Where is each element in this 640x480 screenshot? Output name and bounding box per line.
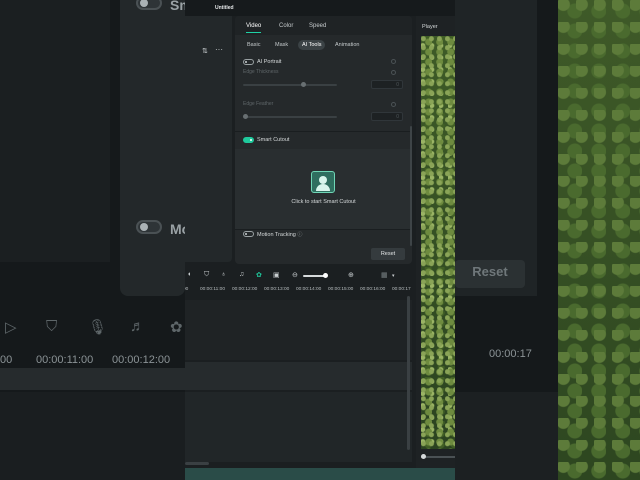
marker-icon[interactable]: ⛉ [204,271,209,279]
zoom-knob[interactable] [323,273,328,278]
ai-icon[interactable]: ✿ [256,271,262,279]
ai-portrait-label: AI Portrait [257,59,282,65]
sub-tabs: Basic Mask AI Tools Animation [235,35,412,53]
main-tabs: Video Color Speed [235,16,412,35]
smart-cutout-toggle[interactable] [243,137,254,143]
property-panel: Video Color Speed Basic Mask AI Tools An… [235,16,412,264]
timeline-ruler[interactable]: 00 00:00:11:00 00:00:12:00 00:00:13:00 0… [185,287,412,299]
backdrop-video [558,0,640,480]
play-icon: ▷ [5,319,17,336]
smart-cutout-icon[interactable] [311,171,335,193]
backdrop-panel [120,0,185,296]
backdrop-panel [0,0,110,262]
tab-color[interactable]: Color [279,23,293,29]
smart-cutout-prompt: Click to start Smart Cutout [291,199,356,205]
timeline-vertical-scrollbar[interactable] [407,296,410,450]
player-panel: Player ◁ ▷ [416,16,455,476]
backdrop-track [0,368,185,390]
backdrop-reset: Reset [455,260,525,288]
tab-mask[interactable]: Mask [271,40,292,50]
backdrop-label: Mo [170,221,185,237]
marker-icon: ⛉ [46,318,58,335]
timeline-track[interactable] [185,392,412,462]
backdrop-right: Reset 00:00:17 [455,0,640,480]
ruler-tick: 00:00:13:00 [264,287,290,292]
more-icon[interactable]: ··· [215,45,223,54]
video-preview [421,36,455,449]
edge-feather-label: Edge Feather [243,101,274,107]
chevron-down-icon[interactable]: ▾ [392,273,395,279]
slider-knob[interactable] [301,82,306,87]
divider [235,131,412,132]
ruler-tick: 00:00:16:00 [360,287,386,292]
clip-icon[interactable]: ▣ [273,271,280,279]
backdrop-label: Sm [170,0,185,13]
smart-cutout-area[interactable]: Click to start Smart Cutout [235,149,412,229]
music-icon[interactable]: ♫ [239,271,244,278]
project-title: Untitled [215,5,234,11]
player-title: Player [422,24,438,30]
zoom-out-icon[interactable]: ⊖ [292,271,298,279]
screen: Sm Mo ▷ ⛉ 🎙 ♬ ✿ 00 00:00:11:00 00:00:12:… [0,0,640,480]
grid-icon[interactable]: ▦ [381,271,388,279]
help-icon[interactable]: ⓘ [297,232,302,238]
backdrop-panel [455,0,537,296]
reset-button[interactable]: Reset [371,248,405,260]
backdrop-toggle [136,220,162,234]
edge-thickness-input[interactable]: 0 [371,80,403,89]
ruler-tick: 00:00:14:00 [296,287,322,292]
play-marker-icon[interactable]: ◖ [187,271,191,278]
tab-speed[interactable]: Speed [309,23,326,29]
microphone-icon[interactable]: ♁ [221,271,226,278]
reset-icon[interactable] [391,70,396,75]
slider-knob[interactable] [243,114,248,119]
divider [235,229,412,230]
ruler-tick: 00:00:12:00 [232,287,258,292]
ruler-tick: 00:00:17 [392,287,411,292]
ai-portrait-toggle[interactable] [243,59,254,65]
ruler-tick: 00 [185,287,189,292]
reset-icon[interactable] [391,59,396,64]
reset-icon[interactable] [391,102,396,107]
backdrop-toggle [136,0,162,10]
motion-tracking-toggle[interactable] [243,231,254,237]
motion-tracking-text: Motion Tracking [257,232,296,238]
backdrop-ruler: 00:00:11:00 [36,354,94,366]
person-body-icon [316,184,330,191]
backdrop-track [0,392,185,480]
seek-knob[interactable] [421,454,426,459]
sort-icon[interactable]: ⇅ [202,47,208,55]
music-icon: ♬ [130,318,145,335]
edge-thickness-label: Edge Thickness [243,69,279,75]
ai-icon: ✿ [170,319,183,336]
player-seekbar[interactable] [421,454,455,459]
ruler-tick: 00:00:11:00 [200,287,225,292]
zoom-slider[interactable] [303,273,328,278]
zoom-in-icon[interactable]: ⊕ [348,271,354,279]
bottom-strip [185,468,455,480]
tab-basic[interactable]: Basic [243,40,264,50]
timeline-track[interactable] [185,300,412,360]
tab-video[interactable]: Video [246,23,262,33]
panel-scrollbar[interactable] [410,126,412,246]
tab-animation[interactable]: Animation [331,40,363,50]
timeline-horizontal-scrollbar[interactable] [185,462,209,465]
microphone-icon: 🎙 [88,319,108,336]
edge-thickness-slider[interactable] [243,84,337,86]
title-bar: Untitled [185,0,455,16]
backdrop-left: Sm Mo ▷ ⛉ 🎙 ♬ ✿ 00 00:00:11:00 00:00:12:… [0,0,185,480]
person-icon [319,176,327,184]
editor-window: Untitled ⇅ ··· Video Color Speed Basic M… [185,0,455,480]
edge-feather-input[interactable]: 0 [371,112,403,121]
backdrop-ruler: 00:00:12:00 [112,354,171,366]
timeline-track[interactable] [185,362,412,390]
tab-ai-tools[interactable]: AI Tools [298,40,326,50]
backdrop-track [455,392,558,480]
backdrop-ruler: 00:00:17 [489,348,532,360]
ruler-tick: 00:00:15:00 [328,287,354,292]
media-panel: ⇅ ··· [185,16,232,262]
edge-feather-slider[interactable] [243,116,337,118]
smart-cutout-label: Smart Cutout [257,137,290,143]
motion-tracking-label: Motion Tracking ⓘ [257,231,302,238]
